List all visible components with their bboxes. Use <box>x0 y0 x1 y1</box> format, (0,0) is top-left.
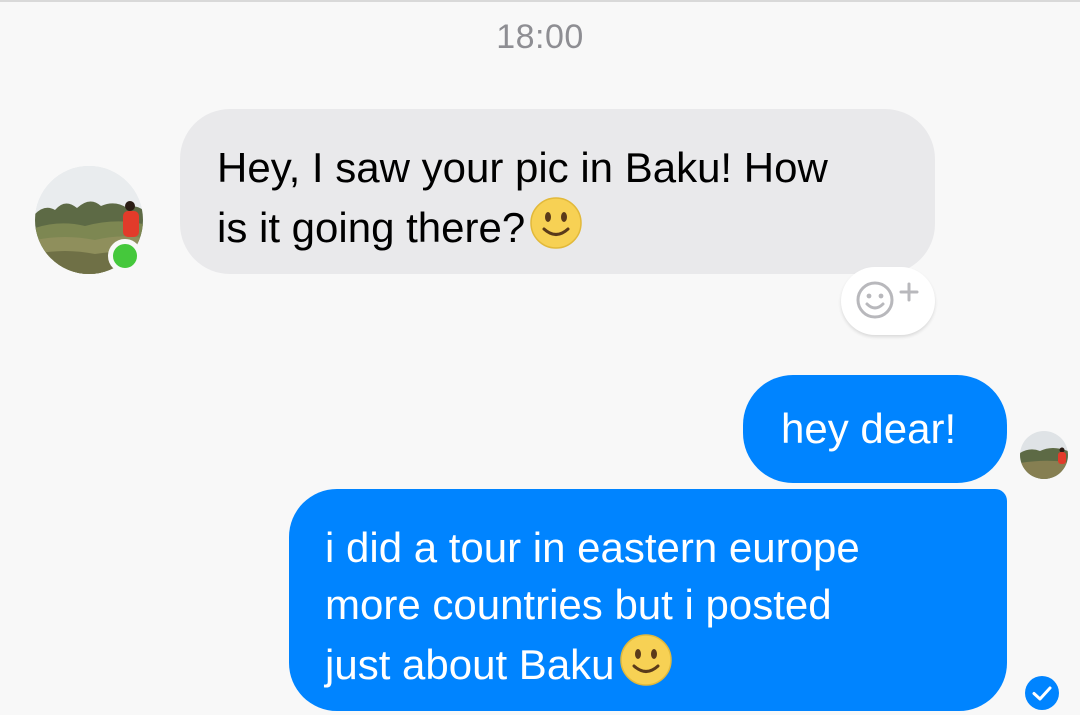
outgoing-message-bubble[interactable]: hey dear! <box>743 375 1007 483</box>
message-timestamp: 18:00 <box>496 18 584 56</box>
message-line: more countries but i posted <box>325 581 832 628</box>
message-line-text: just about Baku <box>325 641 615 688</box>
slightly-smiling-face-icon <box>530 197 582 249</box>
message-line: just about Baku <box>325 633 987 693</box>
incoming-message-bubble[interactable]: Hey, I saw your pic in Baku! How is it g… <box>180 109 935 274</box>
add-reaction-icon <box>856 281 919 319</box>
online-status-indicator <box>108 239 142 273</box>
check-circle-icon <box>1032 686 1052 701</box>
message-line: hey dear! <box>781 405 957 452</box>
seen-by-avatar <box>1020 431 1068 479</box>
outgoing-message-bubble[interactable]: i did a tour in eastern europe more coun… <box>289 489 1007 711</box>
top-divider <box>0 0 1080 2</box>
avatar-photo <box>1020 431 1068 479</box>
message-line: i did a tour in eastern europe <box>325 524 860 571</box>
message-line: is it going there? <box>217 196 899 256</box>
message-line-text: is it going there? <box>217 204 526 251</box>
add-reaction-button[interactable] <box>841 267 935 335</box>
read-receipt <box>1025 676 1059 710</box>
slightly-smiling-face-icon <box>619 634 672 686</box>
message-line: Hey, I saw your pic in Baku! How <box>217 144 828 191</box>
